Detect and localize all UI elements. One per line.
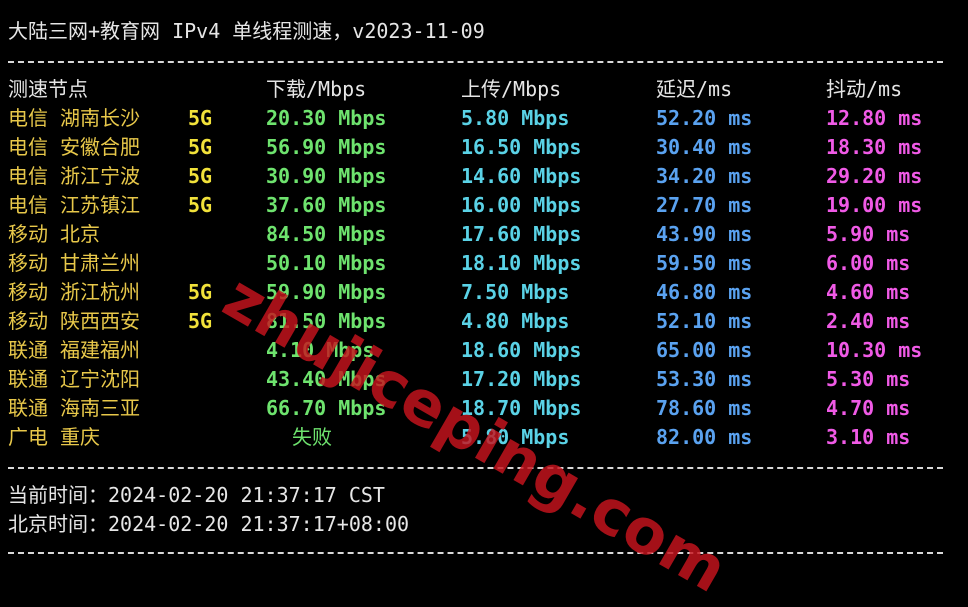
table-row: 移动 浙江杭州 5G 59.90 Mbps 7.50 Mbps 46.80 ms 4.60… xyxy=(0,278,968,307)
latency-cell: 82.00 ms xyxy=(656,425,753,449)
upload-cell: 18.60 Mbps xyxy=(461,338,582,362)
upload-cell: 18.70 Mbps xyxy=(461,396,582,420)
table-row: 电信 江苏镇江 5G 37.60 Mbps 16.00 Mbps 27.70 ms 19.… xyxy=(0,191,968,220)
node-cell: 移动 甘肃兰州 xyxy=(8,251,141,275)
network-tag: 5G xyxy=(188,106,213,130)
node-cell: 广电 重庆 xyxy=(8,425,101,449)
latency-cell: 52.10 ms xyxy=(656,309,753,333)
divider-middle xyxy=(8,467,943,471)
latency-cell: 78.60 ms xyxy=(656,396,753,420)
jitter-cell: 18.30 ms xyxy=(826,135,923,159)
network-tag: 5G xyxy=(188,309,213,333)
latency-cell: 65.00 ms xyxy=(656,338,753,362)
upload-cell: 7.50 Mbps xyxy=(461,280,570,304)
header-upload: 上传/Mbps xyxy=(461,77,562,101)
node-cell: 电信 江苏镇江 xyxy=(8,193,141,217)
download-cell: 4.10 Mbps xyxy=(266,338,375,362)
jitter-cell: 29.20 ms xyxy=(826,164,923,188)
header-download: 下载/Mbps xyxy=(266,77,367,101)
current-time: 当前时间：2024-02-20 21:37:17 CST xyxy=(8,483,385,507)
jitter-cell: 5.30 ms xyxy=(826,367,911,391)
download-cell: 37.60 Mbps xyxy=(266,193,387,217)
download-cell: 失败 xyxy=(292,425,332,449)
jitter-cell: 5.90 ms xyxy=(826,222,911,246)
jitter-cell: 6.00 ms xyxy=(826,251,911,275)
node-cell: 移动 陕西西安 xyxy=(8,309,141,333)
table-row: 电信 湖南长沙 5G 20.30 Mbps 5.80 Mbps 52.20 ms 12.8… xyxy=(0,104,968,133)
latency-cell: 59.50 ms xyxy=(656,251,753,275)
latency-cell: 52.20 ms xyxy=(656,106,753,130)
beijing-time: 北京时间：2024-02-20 21:37:17+08:00 xyxy=(8,512,410,536)
node-cell: 联通 福建福州 xyxy=(8,338,141,362)
download-cell: 56.90 Mbps xyxy=(266,135,387,159)
network-tag: 5G xyxy=(188,193,213,217)
network-tag: 5G xyxy=(188,135,213,159)
table-row: 联通 福建福州 4.10 Mbps 18.60 Mbps 65.00 ms 10.30 … xyxy=(0,336,968,365)
download-cell: 84.50 Mbps xyxy=(266,222,387,246)
table-row: 移动 北京 84.50 Mbps 17.60 Mbps 43.90 ms 5.90 ms xyxy=(0,220,968,249)
download-cell: 20.30 Mbps xyxy=(266,106,387,130)
jitter-cell: 19.00 ms xyxy=(826,193,923,217)
jitter-cell: 4.60 ms xyxy=(826,280,911,304)
upload-cell: 18.10 Mbps xyxy=(461,251,582,275)
node-cell: 电信 湖南长沙 xyxy=(8,106,141,130)
network-tag: 5G xyxy=(188,164,213,188)
table-row: 联通 海南三亚 66.70 Mbps 18.70 Mbps 78.60 ms 4.70 … xyxy=(0,394,968,423)
table-header: 测速节点 下载/Mbps 上传/Mbps 延迟/ms 抖动/ms xyxy=(0,75,968,104)
upload-cell: 14.60 Mbps xyxy=(461,164,582,188)
network-tag: 5G xyxy=(188,280,213,304)
table-row: 广电 重庆 失败 5.80 Mbps 82.00 ms 3.10 ms xyxy=(0,423,968,452)
jitter-cell: 2.40 ms xyxy=(826,309,911,333)
download-cell: 50.10 Mbps xyxy=(266,251,387,275)
terminal-window: 大陆三网+教育网 IPv4 单线程测速，v2023-11-09 测速节点 下载/… xyxy=(0,0,968,607)
table-row: 移动 甘肃兰州 50.10 Mbps 18.10 Mbps 59.50 ms 6.00 … xyxy=(0,249,968,278)
latency-cell: 27.70 ms xyxy=(656,193,753,217)
download-cell: 59.90 Mbps xyxy=(266,280,387,304)
upload-cell: 16.00 Mbps xyxy=(461,193,582,217)
test-title: 大陆三网+教育网 IPv4 单线程测速，v2023-11-09 xyxy=(8,19,485,43)
jitter-cell: 4.70 ms xyxy=(826,396,911,420)
latency-cell: 34.20 ms xyxy=(656,164,753,188)
upload-cell: 16.50 Mbps xyxy=(461,135,582,159)
upload-cell: 17.20 Mbps xyxy=(461,367,582,391)
download-cell: 30.90 Mbps xyxy=(266,164,387,188)
download-cell: 81.50 Mbps xyxy=(266,309,387,333)
node-cell: 联通 辽宁沈阳 xyxy=(8,367,141,391)
upload-cell: 17.60 Mbps xyxy=(461,222,582,246)
download-cell: 43.40 Mbps xyxy=(266,367,387,391)
latency-cell: 43.90 ms xyxy=(656,222,753,246)
table-row: 电信 浙江宁波 5G 30.90 Mbps 14.60 Mbps 34.20 ms 29.… xyxy=(0,162,968,191)
jitter-cell: 12.80 ms xyxy=(826,106,923,130)
header-node: 测速节点 xyxy=(8,77,88,101)
jitter-cell: 3.10 ms xyxy=(826,425,911,449)
node-cell: 移动 北京 xyxy=(8,222,101,246)
upload-cell: 4.80 Mbps xyxy=(461,309,570,333)
node-cell: 联通 海南三亚 xyxy=(8,396,141,420)
header-latency: 延迟/ms xyxy=(656,77,733,101)
latency-cell: 30.40 ms xyxy=(656,135,753,159)
latency-cell: 46.80 ms xyxy=(656,280,753,304)
upload-cell: 5.80 Mbps xyxy=(461,425,570,449)
node-cell: 移动 浙江杭州 xyxy=(8,280,141,304)
upload-cell: 5.80 Mbps xyxy=(461,106,570,130)
table-row: 联通 辽宁沈阳 43.40 Mbps 17.20 Mbps 53.30 ms 5.30 … xyxy=(0,365,968,394)
table-row: 移动 陕西西安 5G 81.50 Mbps 4.80 Mbps 52.10 ms 2.40… xyxy=(0,307,968,336)
jitter-cell: 10.30 ms xyxy=(826,338,923,362)
divider-bottom xyxy=(8,552,943,556)
latency-cell: 53.30 ms xyxy=(656,367,753,391)
divider-top xyxy=(8,61,943,65)
node-cell: 电信 浙江宁波 xyxy=(8,164,141,188)
table-row: 电信 安徽合肥 5G 56.90 Mbps 16.50 Mbps 30.40 ms 18.… xyxy=(0,133,968,162)
node-cell: 电信 安徽合肥 xyxy=(8,135,141,159)
header-jitter: 抖动/ms xyxy=(826,77,903,101)
download-cell: 66.70 Mbps xyxy=(266,396,387,420)
